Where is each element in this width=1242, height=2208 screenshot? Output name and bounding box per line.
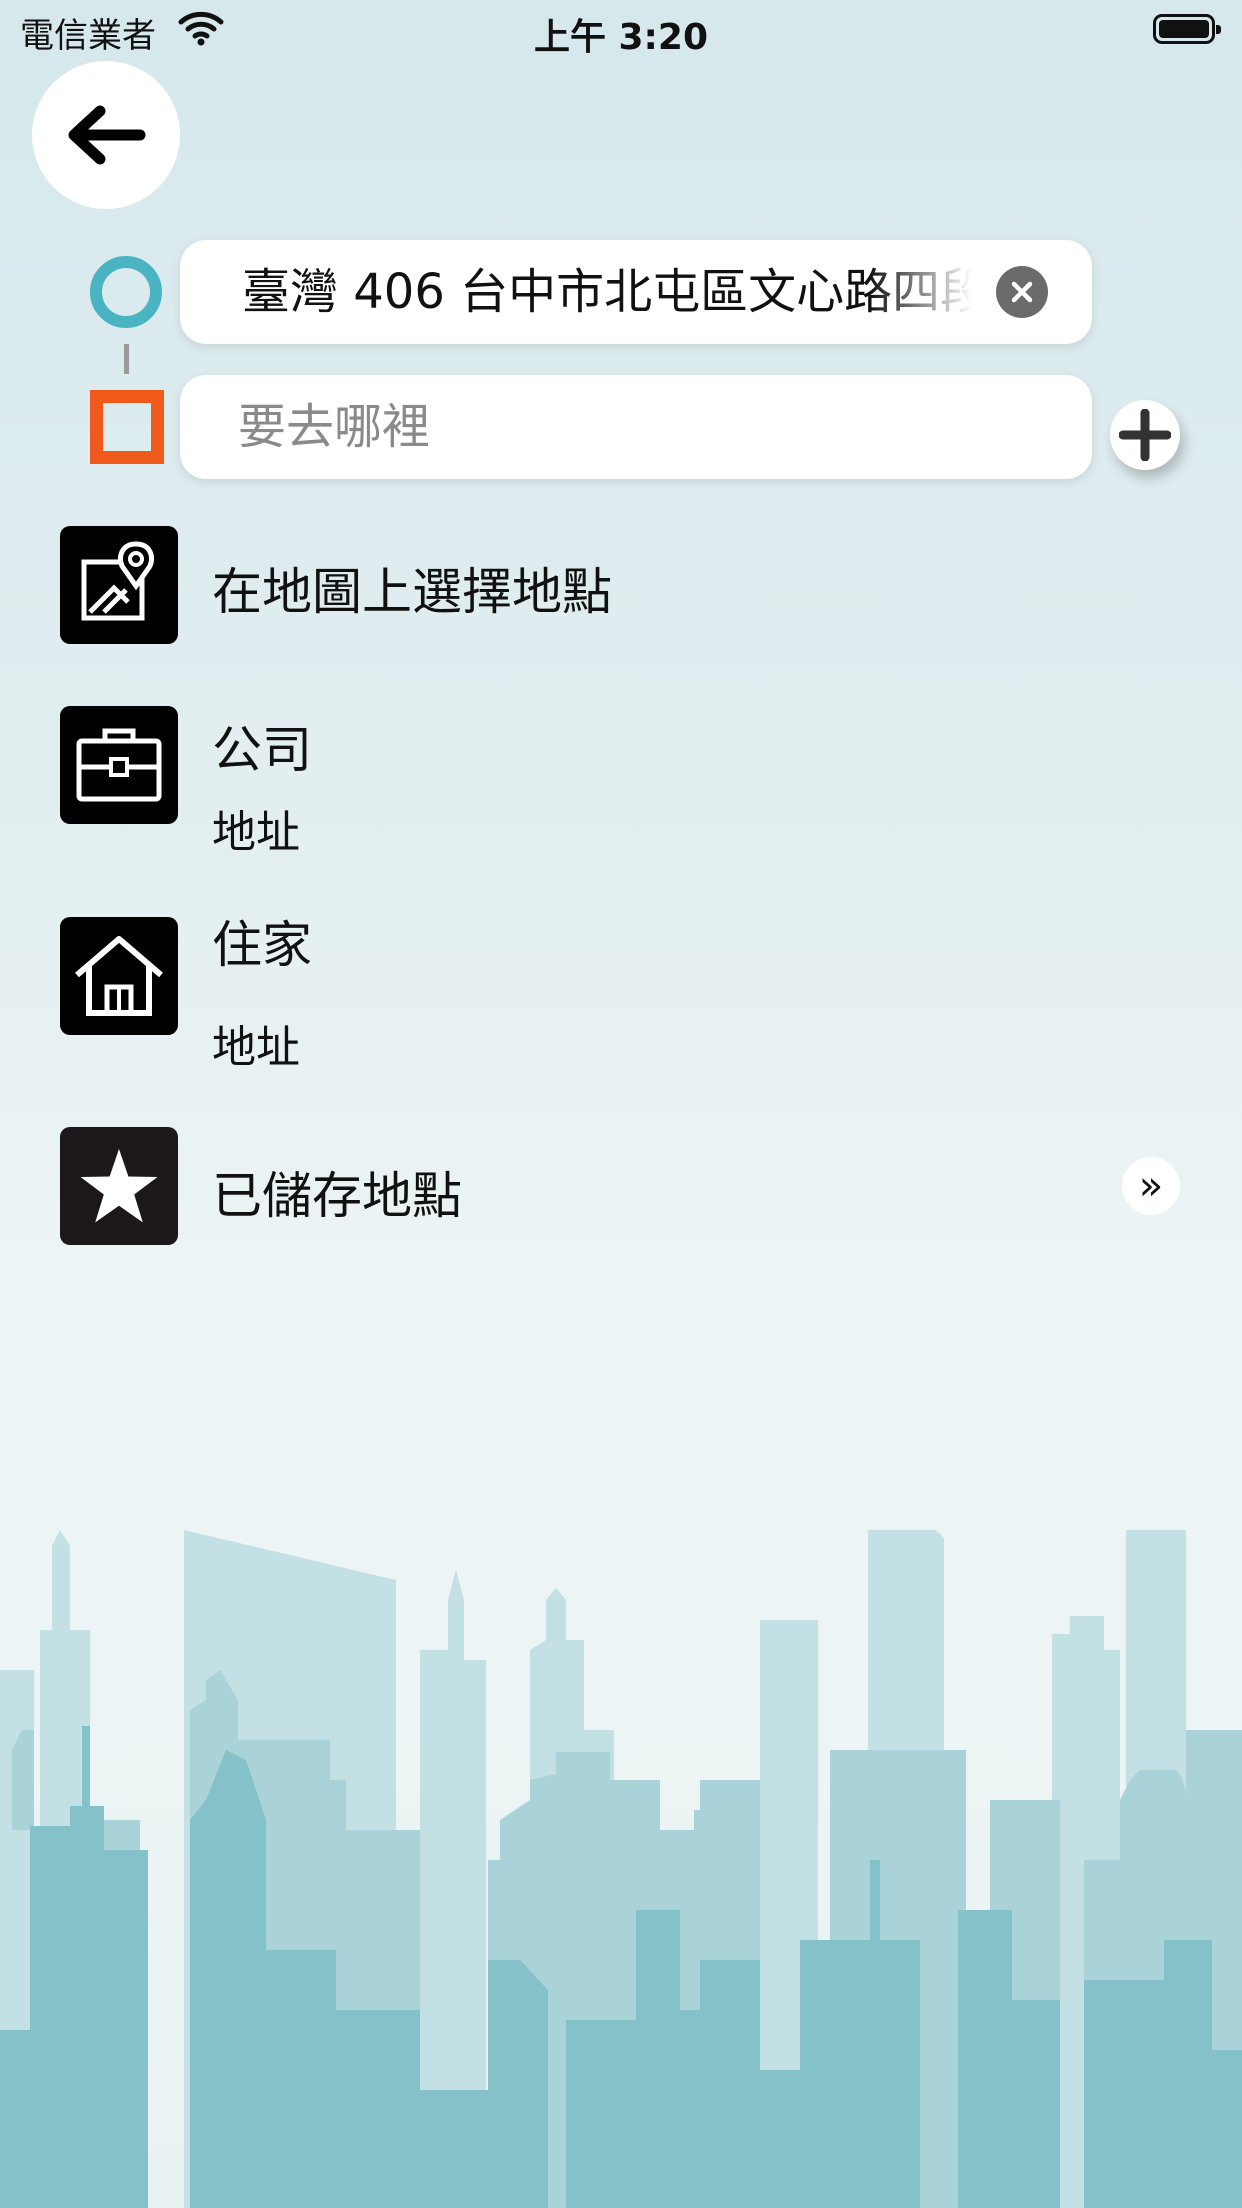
star-icon [60,1127,178,1245]
origin-field-value[interactable]: 臺灣 406 台中市北屯區文心路四段 [242,240,972,344]
work-address: 地址 [212,807,300,858]
status-time: 上午 3:20 [533,17,709,58]
clear-origin-button[interactable] [996,266,1048,318]
city-skyline-illustration [0,1530,1242,2208]
saved-places-label: 已儲存地點 [212,1167,462,1225]
list-item-home[interactable]: 住家 地址 [0,905,1242,1075]
double-chevron-icon: » [1138,1163,1164,1209]
list-item-work[interactable]: 公司 地址 [0,700,1242,860]
back-button[interactable] [32,61,180,209]
pick-on-map-label: 在地圖上選擇地點 [212,563,612,621]
destination-marker-icon [90,390,164,464]
status-bar: 電信業者 上午 3:20 [0,0,1242,60]
map-pin-icon [60,526,178,644]
destination-field[interactable]: 要去哪裡 [180,375,1092,479]
route-connector [124,344,129,374]
home-title: 住家 [212,916,312,974]
saved-places-more-button[interactable]: » [1122,1157,1180,1215]
briefcase-icon [60,706,178,824]
back-arrow-icon [68,105,146,165]
origin-field[interactable]: 臺灣 406 台中市北屯區文心路四段 [180,240,1092,344]
origin-marker-icon [90,256,162,328]
list-item-pick-on-map[interactable]: 在地圖上選擇地點 [0,520,1242,650]
work-title: 公司 [212,721,312,779]
clear-icon [1011,281,1033,303]
destination-placeholder[interactable]: 要去哪裡 [238,375,430,479]
list-item-saved-places[interactable]: 已儲存地點 [0,1120,1242,1250]
battery-icon [1153,14,1221,44]
add-stop-button[interactable] [1110,400,1180,470]
plus-icon [1119,409,1171,461]
home-address: 地址 [212,1022,300,1073]
home-icon [60,917,178,1035]
